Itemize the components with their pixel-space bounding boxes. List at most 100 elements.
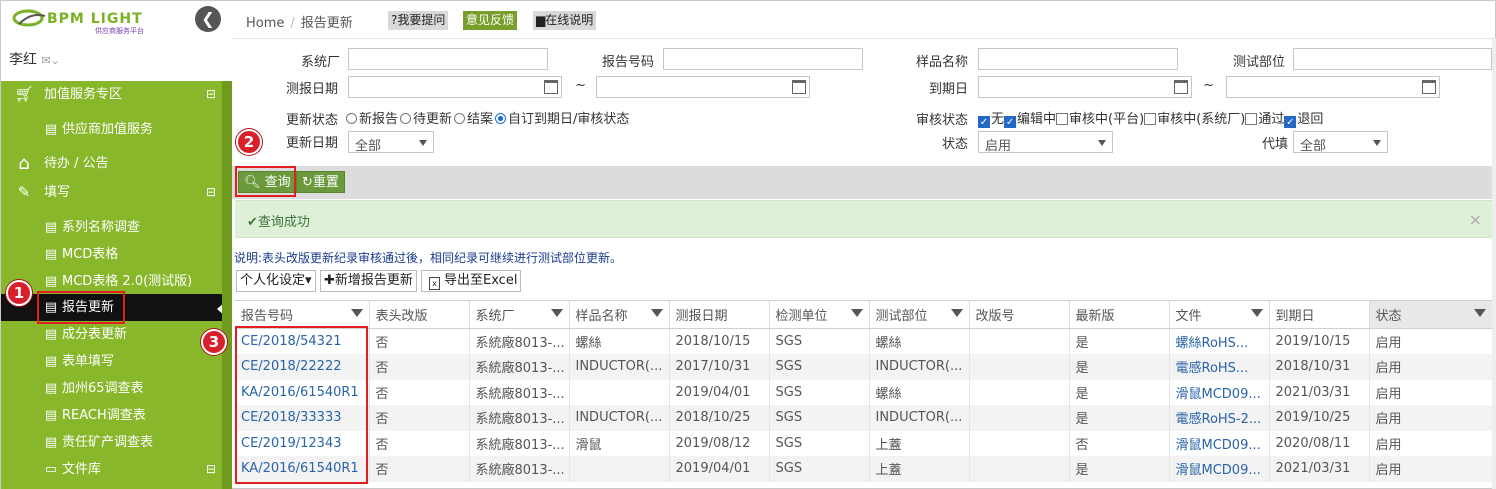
collapse-toggle-icon[interactable]: ⊟ <box>206 179 216 206</box>
column-header[interactable]: 改版号 <box>969 300 1070 329</box>
reset-button[interactable]: ↻重置 <box>296 171 345 193</box>
filter-icon[interactable] <box>650 309 663 317</box>
update-status-option[interactable]: 待更新 <box>398 112 452 127</box>
sidebar-item-4[interactable]: ▤ 系列名称调查 <box>1 214 222 241</box>
table-cell: 2018/10/15 <box>669 328 770 354</box>
table-cell: 2017/10/31 <box>669 354 770 380</box>
column-header[interactable]: 状态 <box>1369 300 1493 329</box>
calendar-icon[interactable] <box>792 80 806 94</box>
update-status-option[interactable]: 自订到期日/审核状态 <box>493 112 629 127</box>
feedback-button[interactable]: 意见反馈 <box>463 11 518 30</box>
checkbox-icon[interactable]: ✓ <box>1004 116 1017 128</box>
add-report-button[interactable]: ✚新增报告更新 <box>320 270 417 292</box>
sidebar-item-0[interactable]: 🛒︎ 加值服务专区 ⊟ <box>1 81 222 108</box>
factory-input[interactable] <box>348 48 548 70</box>
sidebar-item-12[interactable]: ▤ 责任矿产调查表 <box>1 429 222 456</box>
due-date-to-input[interactable] <box>1226 76 1440 98</box>
radio-icon[interactable] <box>495 113 507 124</box>
sample-input[interactable] <box>978 48 1178 70</box>
review-status-option[interactable]: ✓ 无 <box>978 112 1004 128</box>
ask-question-button[interactable]: ?我要提问 <box>388 11 449 30</box>
column-header[interactable]: 表头改版 <box>369 300 470 329</box>
filter-icon[interactable] <box>350 309 363 317</box>
column-header[interactable]: 检测单位 <box>769 300 870 329</box>
review-status-option[interactable]: ✓ 退回 <box>1284 112 1323 128</box>
update-date-select[interactable]: 全部 <box>348 131 434 154</box>
table-row[interactable]: KA/2016/61540R1 否系統廠8013-... 2019/04/01 SGS… <box>235 456 1493 482</box>
review-status-option[interactable]: 审核中(平台) <box>1056 112 1144 127</box>
update-status-option[interactable]: 新报告 <box>344 112 398 127</box>
sidebar-item-3[interactable]: ✎ 填写 ⊟ <box>1 179 222 206</box>
filter-icon[interactable] <box>950 309 963 317</box>
checkbox-icon[interactable]: ✓ <box>1284 116 1297 128</box>
filter-icon[interactable] <box>550 309 563 317</box>
sidebar-item-10[interactable]: ▤ 加州65调查表 <box>1 375 222 402</box>
column-header[interactable]: 测试部位 <box>869 300 970 329</box>
review-status-option[interactable]: ✓ 编辑中 <box>1004 112 1056 128</box>
checkbox-icon[interactable]: ✓ <box>978 116 990 128</box>
user-menu[interactable]: 李红 ✉⌄ <box>1 41 232 81</box>
sidebar-item-1[interactable]: ▤ 供应商加值服务 <box>1 116 222 143</box>
online-help-button[interactable]: ▆在线说明 <box>533 11 597 30</box>
status-select[interactable]: 启用 <box>978 131 1113 154</box>
update-status-option[interactable]: 结案 <box>452 112 493 127</box>
table-row[interactable]: CE/2018/22222 否系統廠8013-... INDUCTOR(... 201… <box>235 354 1493 380</box>
close-icon[interactable]: × <box>1469 210 1482 229</box>
filter-icon[interactable] <box>850 309 863 317</box>
table-cell <box>569 456 670 482</box>
file-link[interactable]: 電感RoHS-2... <box>1169 405 1270 431</box>
collapse-toggle-icon[interactable]: ⊟ <box>206 456 216 483</box>
collapse-toggle-icon[interactable]: ⊟ <box>206 81 216 108</box>
file-link[interactable]: 滑鼠MCD09... <box>1169 456 1270 482</box>
column-header[interactable]: 报告号码 <box>235 300 370 329</box>
checkbox-icon[interactable] <box>1245 113 1258 125</box>
column-header[interactable]: 文件 <box>1169 300 1270 329</box>
part-input[interactable] <box>1293 48 1492 70</box>
table-row[interactable]: CE/2018/54321 否系統廠8013-... 螺絲 2018/10/15 SGS… <box>235 328 1493 354</box>
test-date-from-input[interactable] <box>348 76 562 98</box>
sidebar-item-8[interactable]: ▤ 成分表更新 <box>1 321 222 348</box>
filter-icon[interactable] <box>1250 309 1263 317</box>
proxy-label: 代填 <box>1261 137 1288 152</box>
export-excel-button[interactable]: x 导出至Excel <box>421 270 522 292</box>
personal-settings-button[interactable]: 个人化设定▾ <box>236 270 316 292</box>
sidebar-item-11[interactable]: ▤ REACH调查表 <box>1 402 222 429</box>
proxy-select[interactable]: 全部 <box>1293 131 1388 154</box>
sidebar-scrollbar[interactable] <box>222 81 232 489</box>
table-row[interactable]: KA/2016/61540R1 否系統廠8013-... 2019/04/01 SGS… <box>235 379 1493 405</box>
checkbox-icon[interactable] <box>1056 113 1069 125</box>
calendar-icon[interactable] <box>1174 80 1188 94</box>
column-header[interactable]: 到期日 <box>1269 300 1370 329</box>
column-header[interactable]: 测报日期 <box>669 300 770 329</box>
column-header[interactable]: 最新版 <box>1069 300 1170 329</box>
part-label: 测试部位 <box>1232 55 1285 70</box>
column-header-label: 文件 <box>1175 309 1202 324</box>
collapse-sidebar-button[interactable]: ❮ <box>195 6 221 32</box>
sidebar-item-2[interactable]: ⌂ 待办 / 公告 <box>1 150 222 177</box>
sidebar-item-13[interactable]: ▭ 文件库 ⊟ <box>1 456 222 483</box>
table-row[interactable]: CE/2019/12343 否系統廠8013-... 滑鼠 2019/08/12 SGS… <box>235 430 1493 456</box>
calendar-icon[interactable] <box>1422 80 1436 94</box>
sidebar-item-9[interactable]: ▤ 表单填写 <box>1 348 222 375</box>
due-date-from-input[interactable] <box>978 76 1192 98</box>
filter-icon[interactable] <box>1473 309 1486 317</box>
file-link[interactable]: 螺絲RoHS... <box>1169 328 1270 354</box>
column-header[interactable]: 系统厂 <box>469 300 570 329</box>
review-status-option[interactable]: 审核中(系统厂) <box>1144 112 1245 127</box>
column-header[interactable]: 样品名称 <box>569 300 670 329</box>
radio-icon[interactable] <box>454 113 466 124</box>
radio-icon[interactable] <box>346 113 357 124</box>
table-row[interactable]: CE/2018/33333 否系統廠8013-... INDUCTOR(... 201… <box>235 405 1493 431</box>
breadcrumb-home[interactable]: Home <box>246 16 284 31</box>
review-status-option[interactable]: 通过 <box>1245 112 1284 127</box>
checkbox-icon[interactable] <box>1144 113 1157 125</box>
sidebar-item-5[interactable]: ▤ MCD表格 <box>1 241 222 268</box>
file-link[interactable]: 電感RoHS... <box>1169 354 1270 380</box>
report-no-input[interactable] <box>663 48 863 70</box>
file-link[interactable]: 滑鼠MCD09... <box>1169 430 1270 456</box>
test-date-to-input[interactable] <box>596 76 810 98</box>
calendar-icon[interactable] <box>544 80 558 94</box>
radio-icon[interactable] <box>400 113 412 124</box>
main-scrollbar[interactable] <box>1492 39 1496 489</box>
file-link[interactable]: 滑鼠MCD09... <box>1169 379 1270 405</box>
